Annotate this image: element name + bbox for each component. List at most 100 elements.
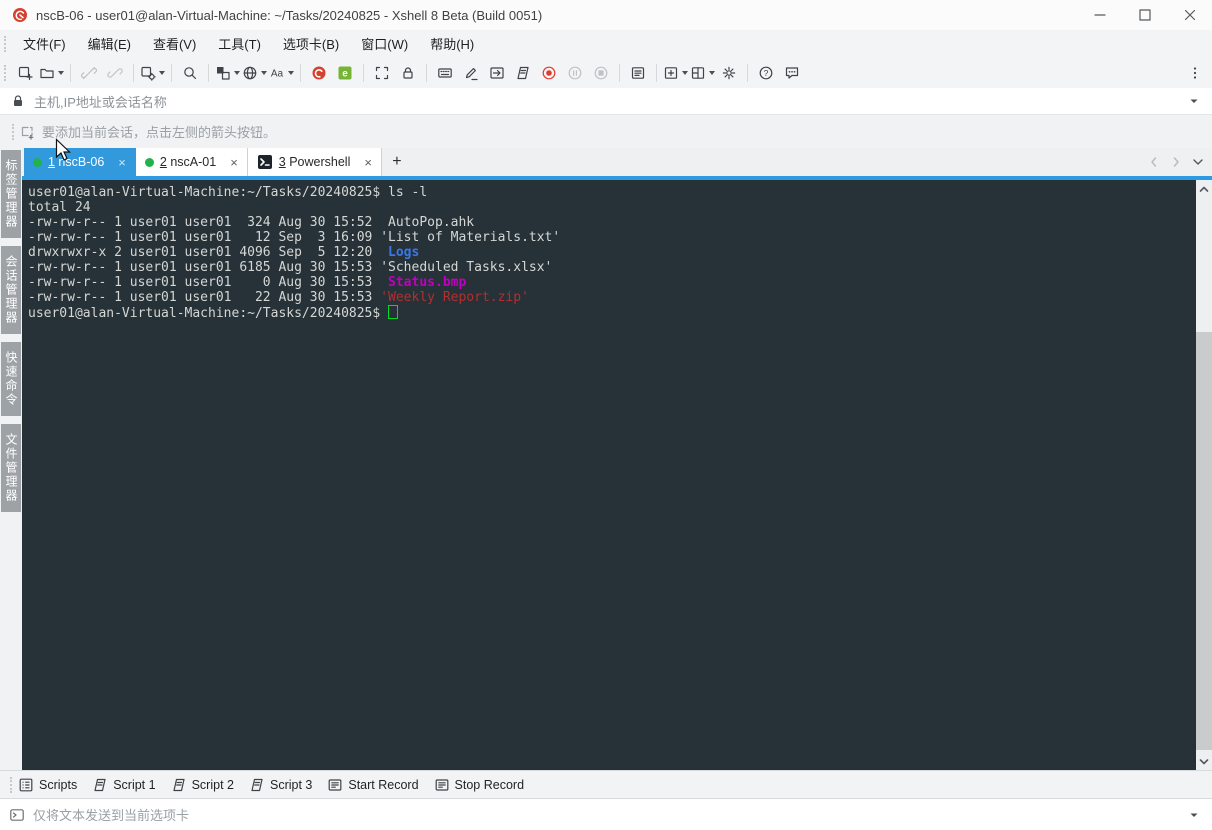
menu-item[interactable]: 选项卡(B) (272, 30, 350, 57)
sidebar-tab-会话管理器[interactable]: 会话管理器 (1, 246, 21, 334)
xftp-icon: e (337, 65, 353, 81)
terminal-line: -rw-rw-r-- 1 user01 user01 6185 Aug 30 1… (28, 260, 1196, 275)
record-button[interactable] (537, 61, 561, 85)
new-tab-button[interactable]: + (382, 148, 412, 176)
scroll-up-icon[interactable] (1196, 180, 1212, 197)
sidebar-tab-文件管理器[interactable]: 文件管理器 (1, 424, 21, 512)
scroll-down-icon[interactable] (1196, 753, 1212, 770)
send-text-input[interactable]: 仅将文本发送到当前选项卡 (33, 805, 189, 824)
tab-close-button[interactable]: × (230, 155, 238, 170)
script-button-start-record[interactable]: Start Record (327, 777, 418, 793)
toolbar-grip (12, 124, 14, 140)
sidebar: 标签管理器会话管理器快速命令文件管理器 (0, 148, 22, 770)
tile-layout-button[interactable] (690, 61, 715, 85)
chevron-left-icon[interactable] (1146, 154, 1162, 170)
log-button[interactable] (626, 61, 650, 85)
toolbar-overflow-button[interactable] (1183, 61, 1207, 85)
options-icon (721, 65, 737, 81)
xshell-button[interactable] (307, 61, 331, 85)
address-bar[interactable]: 主机,IP地址或会话名称 (0, 88, 1212, 115)
script-button-scripts[interactable]: Scripts (18, 777, 77, 793)
chevron-right-icon[interactable] (1168, 154, 1184, 170)
script-button-stop-record[interactable]: Stop Record (434, 777, 524, 793)
address-input[interactable]: 主机,IP地址或会话名称 (34, 92, 167, 111)
terminal-line: total 24 (28, 200, 1196, 215)
new-session-button[interactable] (13, 61, 37, 85)
virtual-keyboard-button[interactable] (433, 61, 457, 85)
terminal-scrollbar[interactable] (1196, 180, 1212, 770)
tab-bar: 1 nscB-06×2 nscA-01×3 Powershell× + (22, 148, 1212, 176)
toolbar-separator (171, 64, 172, 82)
scripts-menu-icon (18, 777, 34, 793)
stop-record-button[interactable] (589, 61, 613, 85)
script-button-label: Start Record (348, 778, 418, 792)
lock-screen-button[interactable] (396, 61, 420, 85)
xshell-logo-icon (12, 7, 28, 23)
toolbar-separator (747, 64, 748, 82)
toolbar-separator (70, 64, 71, 82)
send-text-bar[interactable]: 仅将文本发送到当前选项卡 (0, 798, 1212, 830)
font-button[interactable]: Aa (269, 61, 294, 85)
sidebar-tab-快速命令[interactable]: 快速命令 (1, 342, 21, 416)
script-button[interactable] (511, 61, 535, 85)
disconnect-button[interactable] (77, 61, 101, 85)
terminal-cursor (388, 305, 398, 319)
xftp-button[interactable]: e (333, 61, 357, 85)
tab-Powershell[interactable]: 3 Powershell× (248, 148, 382, 176)
web-button[interactable] (242, 61, 267, 85)
menu-item[interactable]: 工具(T) (207, 30, 272, 57)
tab-close-button[interactable]: × (118, 155, 126, 170)
terminal-screen[interactable]: user01@alan-Virtual-Machine:~/Tasks/2024… (22, 180, 1196, 770)
color-scheme-button[interactable] (215, 61, 240, 85)
terminal-line: -rw-rw-r-- 1 user01 user01 324 Aug 30 15… (28, 215, 1196, 230)
tab-nscB-06[interactable]: 1 nscB-06× (24, 148, 136, 176)
record-start-icon (327, 777, 343, 793)
find-button[interactable] (178, 61, 202, 85)
options-button[interactable] (717, 61, 741, 85)
pause-record-button[interactable] (563, 61, 587, 85)
fullscreen-button[interactable] (370, 61, 394, 85)
terminal-line: user01@alan-Virtual-Machine:~/Tasks/2024… (28, 185, 1196, 200)
menu-item[interactable]: 窗口(W) (350, 30, 419, 57)
toolbar-separator (426, 64, 427, 82)
send-text-button[interactable] (485, 61, 509, 85)
sidebar-tab-标签管理器[interactable]: 标签管理器 (1, 150, 21, 238)
tab-nscA-01[interactable]: 2 nscA-01× (136, 148, 248, 176)
open-session-icon (39, 65, 55, 81)
session-hint-text: 要添加当前会话，点击左侧的箭头按钮。 (42, 122, 276, 141)
help-button[interactable]: ? (754, 61, 778, 85)
scrollbar-thumb[interactable] (1196, 332, 1212, 750)
maximize-button[interactable] (1122, 0, 1167, 30)
menu-item[interactable]: 帮助(H) (419, 30, 485, 57)
tab-close-button[interactable]: × (364, 155, 372, 170)
send-dropdown-button[interactable] (1186, 807, 1202, 823)
add-session-icon[interactable] (20, 124, 36, 140)
minimize-button[interactable] (1077, 0, 1122, 30)
virtual-keyboard-icon (437, 65, 453, 81)
caret-down-icon (709, 71, 715, 75)
menu-item[interactable]: 编辑(E) (77, 30, 142, 57)
caret-down-icon (234, 71, 240, 75)
script-file-icon (92, 777, 108, 793)
chevron-down-icon[interactable] (1190, 154, 1206, 170)
script-button-label: Scripts (39, 778, 77, 792)
script-button-script-2[interactable]: Script 2 (171, 777, 234, 793)
script-button-script-3[interactable]: Script 3 (249, 777, 312, 793)
menu-item[interactable]: 文件(F) (12, 30, 77, 57)
new-tab-button[interactable] (663, 61, 688, 85)
feedback-button[interactable] (780, 61, 804, 85)
address-dropdown-button[interactable] (1186, 93, 1202, 109)
terminal-line: drwxrwxr-x 2 user01 user01 4096 Sep 5 12… (28, 245, 1196, 260)
compose-icon (463, 65, 479, 81)
lock-screen-icon (400, 65, 416, 81)
caret-down-icon (58, 71, 64, 75)
session-properties-button[interactable] (140, 61, 165, 85)
svg-text:?: ? (764, 68, 769, 78)
menu-item[interactable]: 查看(V) (142, 30, 207, 57)
reconnect-button[interactable] (103, 61, 127, 85)
compose-button[interactable] (459, 61, 483, 85)
open-session-button[interactable] (39, 61, 64, 85)
script-button-script-1[interactable]: Script 1 (92, 777, 155, 793)
window-controls (1077, 0, 1212, 30)
close-button[interactable] (1167, 0, 1212, 30)
